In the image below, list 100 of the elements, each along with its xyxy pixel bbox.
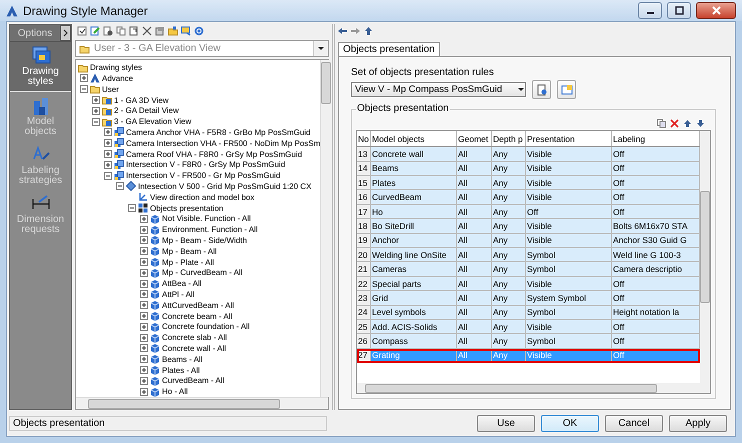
expand-toggle[interactable]	[140, 355, 148, 364]
table-row[interactable]: 14 Beams All Any Visible Off	[357, 162, 700, 176]
table-row[interactable]: 13 Concrete wall All Any Visible Off	[357, 147, 700, 162]
tree-item[interactable]: View direction and model box	[150, 192, 254, 202]
new-document-icon[interactable]	[103, 26, 113, 36]
tree-item[interactable]: Camera Intersection VHA - FR500 - NoDim Mp PosSm	[126, 138, 320, 148]
delete-icon[interactable]	[670, 118, 679, 128]
dialog-button[interactable]: Use	[477, 414, 535, 432]
maximize-button[interactable]	[667, 2, 691, 20]
expand-toggle[interactable]	[92, 106, 100, 115]
collapse-toggle[interactable]	[80, 85, 88, 94]
options-item[interactable]: Drawing styles	[10, 42, 71, 92]
tree-item[interactable]: AttCurvedBeam - All	[162, 300, 234, 310]
column-header[interactable]: Model objects	[371, 131, 457, 146]
table-row[interactable]: 16 CurvedBeam All Any Visible Off	[357, 190, 700, 205]
expand-toggle[interactable]	[104, 150, 112, 158]
close-button[interactable]	[696, 2, 736, 20]
tree-item[interactable]: Advance	[102, 74, 134, 83]
table-row[interactable]: 22 Special parts All Any Visible Off	[357, 276, 700, 292]
documents-icon[interactable]	[155, 26, 165, 36]
tree-item[interactable]: Intersection V - F8R0 - GrSy Mp PosSmGuid	[126, 160, 286, 170]
expand-toggle[interactable]	[104, 139, 112, 148]
tree-item[interactable]: Mp - Plate - All	[162, 258, 214, 267]
tree-item[interactable]: Ho - All	[162, 387, 188, 396]
expand-toggle[interactable]	[140, 290, 148, 298]
vertical-scrollbar[interactable]	[700, 131, 710, 383]
tree-item[interactable]: Concrete beam - All	[162, 312, 232, 321]
expand-toggle[interactable]	[140, 322, 148, 331]
delete-icon[interactable]	[142, 26, 152, 36]
up-arrow-icon[interactable]	[364, 27, 373, 36]
help-icon[interactable]	[194, 26, 204, 36]
expand-toggle[interactable]	[140, 376, 148, 385]
copy-icon[interactable]	[657, 118, 666, 128]
tree-item[interactable]: Concrete slab - All	[162, 333, 227, 342]
table-row[interactable]: 20 Welding line OnSite All Any Symbol Weld line G 100-3	[357, 248, 700, 262]
tree-item[interactable]: 3 - GA Elevation View	[114, 117, 192, 126]
tree-item[interactable]: Beams - All	[162, 354, 202, 364]
tree-item[interactable]: Concrete wall - All	[162, 344, 226, 353]
expand-toggle[interactable]	[92, 96, 100, 104]
rules-dropdown[interactable]: View V - Mp Compass PosSmGuid	[351, 82, 526, 98]
collapse-toggle[interactable]	[116, 182, 124, 190]
horizontal-scrollbar[interactable]	[357, 383, 710, 393]
vertical-scrollbar[interactable]	[320, 60, 332, 397]
style-dropdown[interactable]: User - 3 - GA Elevation View	[75, 40, 329, 58]
horizontal-scrollbar[interactable]	[76, 397, 328, 409]
expand-toggle[interactable]	[140, 247, 148, 256]
column-header[interactable]: No	[357, 131, 371, 146]
document-icon[interactable]	[129, 26, 139, 36]
expand-toggle[interactable]	[140, 366, 148, 374]
expand-toggle[interactable]	[140, 312, 148, 320]
tree-item[interactable]: Mp - Beam - Side/Width	[162, 236, 247, 245]
tree-item[interactable]: Not Visible. Function - All	[162, 214, 251, 224]
table-row[interactable]: 25 Add. ACIS-Solids All Any Visible Off	[357, 320, 700, 334]
column-header[interactable]: Geomet	[457, 131, 492, 146]
tree-item[interactable]: AttPl - All	[162, 290, 194, 299]
tree-item[interactable]: User	[102, 84, 119, 94]
tree-item[interactable]: 2 - GA Detail View	[114, 106, 179, 116]
tree-item[interactable]: Objects presentation	[150, 204, 224, 213]
tree-item[interactable]: Camera Anchor VHA - F5R8 - GrBo Mp PosSmGuid	[126, 128, 311, 137]
table-row[interactable]: 19 Anchor All Any Visible Anchor S30 Guid G	[357, 234, 700, 248]
tree-item[interactable]: AttBea - All	[162, 279, 202, 288]
expand-toggle[interactable]	[140, 226, 148, 234]
tree-item[interactable]: CurvedBeam - All	[162, 376, 224, 386]
expand-toggle[interactable]	[140, 214, 148, 223]
expand-toggle[interactable]	[140, 236, 148, 244]
expand-toggle[interactable]	[140, 388, 148, 396]
back-arrow-icon[interactable]	[338, 27, 347, 36]
tab[interactable]: Objects presentation	[338, 42, 440, 56]
table-row[interactable]: 17 Ho All Any Off Off	[357, 204, 700, 220]
table-row[interactable]: 26 Compass All Any Symbol Off	[357, 334, 700, 349]
copy-icon[interactable]	[116, 26, 126, 36]
tree-item[interactable]: Environment. Function - All	[162, 225, 258, 234]
move-up-icon[interactable]	[683, 118, 692, 128]
collapse-toggle[interactable]	[92, 118, 100, 126]
table-row[interactable]: 21 Cameras All Any Symbol Camera descriptio	[357, 262, 700, 277]
tree-item[interactable]: Drawing styles	[90, 63, 142, 72]
tree-item[interactable]: Plates - All	[162, 366, 200, 374]
expand-toggle[interactable]	[140, 280, 148, 288]
tree-item[interactable]: Intersection V - FR500 - Gr Mp PosSmGuid	[126, 171, 280, 180]
monitor-icon[interactable]	[181, 26, 191, 36]
expand-toggle[interactable]	[140, 301, 148, 310]
table-row[interactable]: 23 Grid All Any System Symbol Off	[357, 291, 700, 306]
expand-toggle[interactable]	[140, 344, 148, 352]
table-row[interactable]: 24 Level symbols All Any Symbol Height notation la	[357, 306, 700, 320]
tree-item[interactable]: Mp - CurvedBeam - All	[162, 268, 242, 278]
dialog-button[interactable]: Apply	[669, 414, 727, 432]
edit-icon[interactable]	[90, 26, 100, 36]
collapse-toggle[interactable]	[104, 172, 112, 180]
expand-toggle[interactable]	[104, 160, 112, 169]
expand-toggle[interactable]	[80, 74, 88, 82]
expand-toggle[interactable]	[140, 258, 148, 266]
expand-toggle[interactable]	[140, 334, 148, 342]
tree-item[interactable]: Concrete foundation - All	[162, 322, 250, 332]
tree-item[interactable]: Camera Roof VHA - F8R0 - GrSy Mp PosSmGuid	[126, 150, 302, 159]
expand-toggle[interactable]	[140, 268, 148, 277]
new-document-button[interactable]	[532, 80, 551, 100]
column-header[interactable]: Presentation	[526, 131, 612, 146]
expand-toggle[interactable]	[104, 128, 112, 136]
collapse-toggle[interactable]	[128, 204, 136, 212]
table-settings-button[interactable]	[557, 80, 576, 100]
